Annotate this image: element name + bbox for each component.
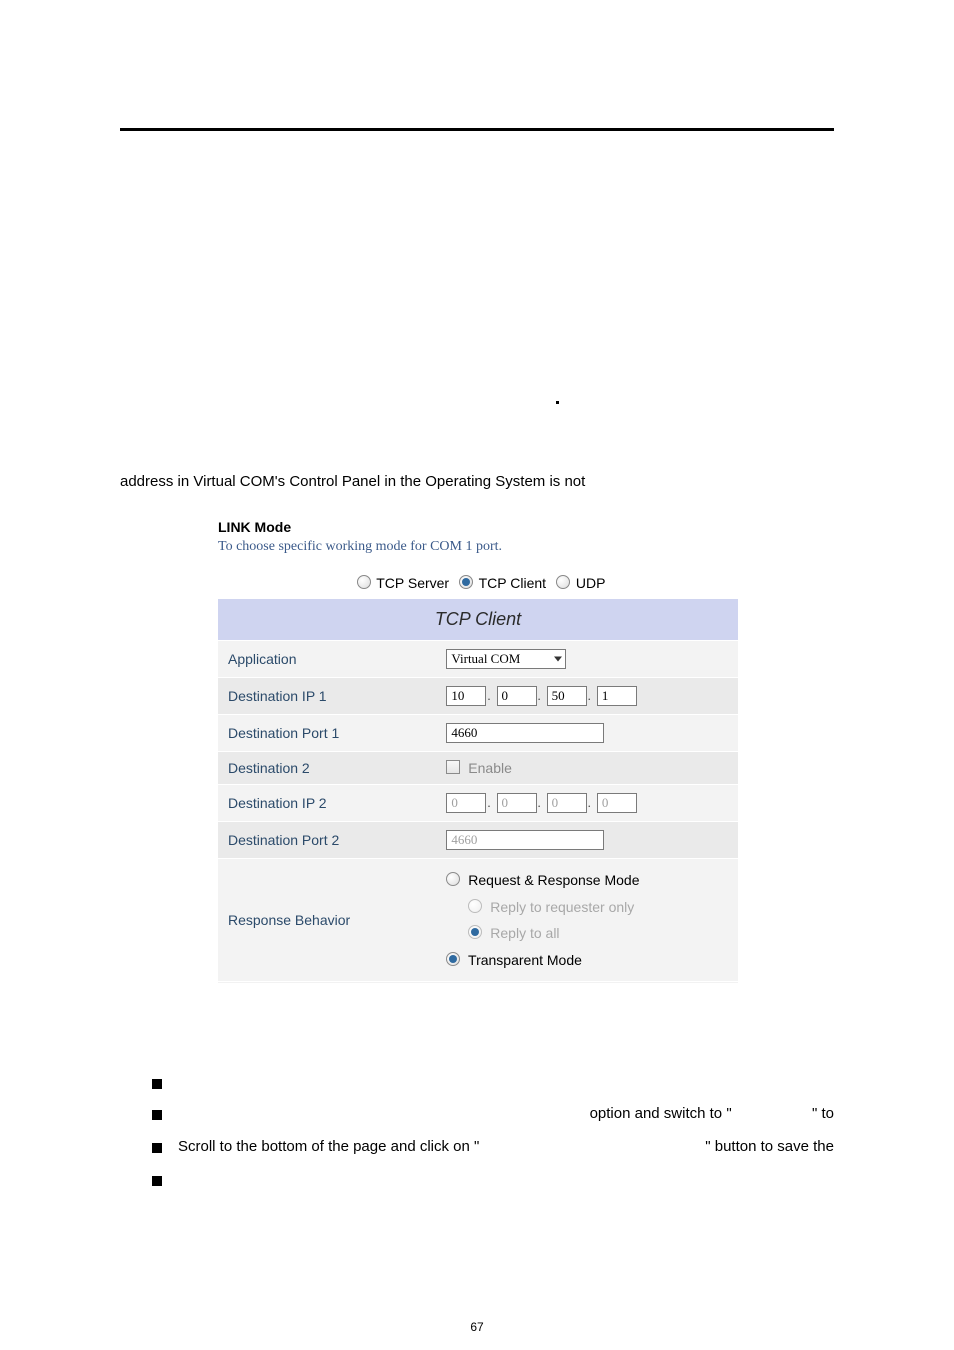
response-radio-reqresp-label: Request & Response Mode	[468, 872, 639, 888]
radio-udp[interactable]	[556, 575, 570, 589]
bullet-list: option and switch to " " to Scroll to th…	[152, 1074, 834, 1202]
paragraph-line: address in Virtual COM's Control Panel i…	[120, 473, 585, 490]
dest2-enable-checkbox[interactable]	[446, 760, 460, 774]
bullet-item-3: Scroll to the bottom of the page and cli…	[152, 1138, 834, 1155]
dest2-enable-label: Enable	[468, 760, 512, 776]
dest-ip1-oct3[interactable]: 50	[547, 686, 587, 706]
tcp-client-panel-title: TCP Client	[218, 599, 738, 641]
link-mode-title: LINK Mode	[218, 519, 738, 535]
bullet-square-icon	[152, 1176, 162, 1186]
response-sub-radio-all-label: Reply to all	[490, 925, 559, 941]
link-mode-subtitle: To choose specific working mode for COM …	[218, 539, 738, 555]
radio-tcp-server[interactable]	[357, 575, 371, 589]
dest-ip2-oct4[interactable]: 0	[597, 793, 637, 813]
response-sub-radio-requester	[468, 899, 482, 913]
row-application-label: Application	[218, 641, 436, 678]
dest-port2-input[interactable]: 4660	[446, 830, 604, 850]
bullet-3-text-b: " button to save the	[705, 1138, 834, 1155]
dest-ip2-oct1[interactable]: 0	[446, 793, 486, 813]
header-separator	[120, 128, 834, 131]
response-radio-transparent-label: Transparent Mode	[468, 952, 582, 968]
radio-tcp-client-label: TCP Client	[479, 575, 546, 591]
dest-ip1-oct2[interactable]: 0	[497, 686, 537, 706]
bullet-square-icon	[152, 1110, 162, 1120]
stray-dot	[556, 401, 559, 404]
response-radio-reqresp[interactable]	[446, 872, 460, 886]
row-dest-ip1-label: Destination IP 1	[218, 678, 436, 715]
bullet-square-icon	[152, 1143, 162, 1153]
row-dest-port2-label: Destination Port 2	[218, 822, 436, 859]
application-select[interactable]: Virtual COM	[446, 649, 566, 669]
dest-ip2-oct3[interactable]: 0	[547, 793, 587, 813]
page-number: 67	[0, 1320, 954, 1334]
mode-radio-group: TCP Server TCP Client UDP	[218, 575, 738, 591]
bullet-item-2: option and switch to " " to	[152, 1105, 834, 1122]
bullet-square-icon	[152, 1079, 162, 1089]
application-select-value: Virtual COM	[451, 651, 520, 666]
row-response-label: Response Behavior	[218, 859, 436, 982]
response-sub-radio-all	[468, 925, 482, 939]
radio-tcp-server-label: TCP Server	[376, 575, 449, 591]
dest-ip1-oct4[interactable]: 1	[597, 686, 637, 706]
tcp-client-table: Application Virtual COM Destination IP 1…	[218, 641, 738, 982]
bullet-item-1	[152, 1074, 834, 1089]
dest-port1-input[interactable]: 4660	[446, 723, 604, 743]
chevron-down-icon	[554, 657, 562, 662]
radio-tcp-client[interactable]	[459, 575, 473, 589]
radio-udp-label: UDP	[576, 575, 606, 591]
bullet-2-text-middle: option and switch to "	[590, 1105, 732, 1122]
dest-ip1-oct1[interactable]: 10	[446, 686, 486, 706]
bullet-item-4	[152, 1171, 834, 1186]
row-dest-ip2-label: Destination IP 2	[218, 785, 436, 822]
row-dest-port1-label: Destination Port 1	[218, 715, 436, 752]
bullet-3-text-a: Scroll to the bottom of the page and cli…	[178, 1138, 479, 1155]
dest-ip2-oct2[interactable]: 0	[497, 793, 537, 813]
response-radio-transparent[interactable]	[446, 952, 460, 966]
row-dest2-label: Destination 2	[218, 752, 436, 785]
link-mode-panel: LINK Mode To choose specific working mod…	[218, 519, 738, 982]
bullet-2-text-end: " to	[812, 1105, 834, 1122]
response-sub-radio-requester-label: Reply to requester only	[490, 899, 634, 915]
